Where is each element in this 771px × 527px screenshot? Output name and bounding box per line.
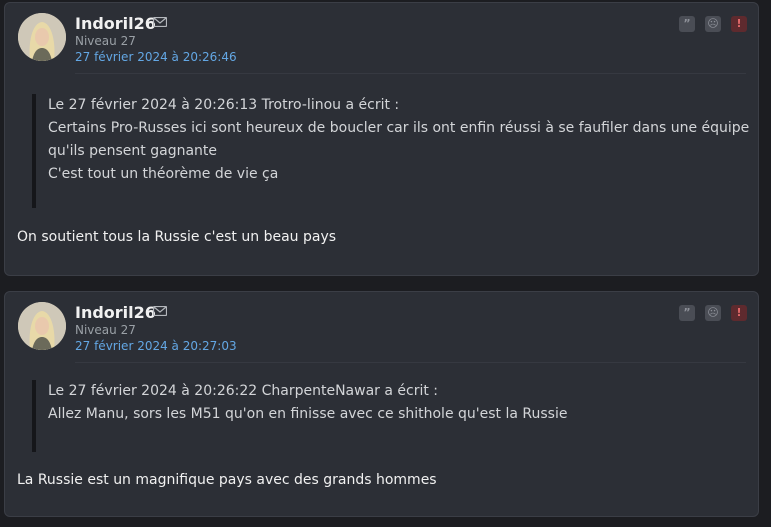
quote-line: Allez Manu, sors les M51 qu'on en finiss… [48, 406, 568, 422]
post-message: On soutient tous la Russie c'est un beau… [17, 229, 337, 245]
username[interactable]: Indoril26 [75, 14, 156, 33]
mail-icon[interactable] [153, 306, 167, 316]
post-message: La Russie est un magnifique pays avec de… [17, 472, 437, 488]
avatar[interactable] [18, 13, 66, 61]
post: Indoril26 Niveau 27 27 février 2024 à 20… [4, 2, 759, 276]
report-icon[interactable]: ! [731, 305, 747, 321]
divider [75, 73, 746, 74]
divider [75, 362, 746, 363]
quote-line: Certains Pro-Russes ici sont heureux de … [48, 120, 750, 136]
mail-icon[interactable] [153, 17, 167, 27]
quote-line: qu'ils pensent gagnante [48, 143, 218, 159]
sad-icon[interactable]: ☹ [705, 16, 721, 32]
quote-block: Le 27 février 2024 à 20:26:13 Trotro-lin… [32, 94, 749, 208]
report-icon[interactable]: ! [731, 16, 747, 32]
quote-icon[interactable]: ” [679, 305, 695, 321]
avatar[interactable] [18, 302, 66, 350]
username[interactable]: Indoril26 [75, 303, 156, 322]
post-date-link[interactable]: 27 février 2024 à 20:27:03 [75, 339, 237, 353]
post: Indoril26 Niveau 27 27 février 2024 à 20… [4, 291, 759, 517]
quote-header: Le 27 février 2024 à 20:26:22 CharpenteN… [48, 383, 438, 399]
quote-header: Le 27 février 2024 à 20:26:13 Trotro-lin… [48, 97, 400, 113]
quote-block: Le 27 février 2024 à 20:26:22 CharpenteN… [32, 380, 567, 452]
user-level: Niveau 27 [75, 323, 136, 337]
sad-icon[interactable]: ☹ [705, 305, 721, 321]
post-date-link[interactable]: 27 février 2024 à 20:26:46 [75, 50, 237, 64]
user-level: Niveau 27 [75, 34, 136, 48]
quote-icon[interactable]: ” [679, 16, 695, 32]
quote-line: C'est tout un théorème de vie ça [48, 166, 279, 182]
